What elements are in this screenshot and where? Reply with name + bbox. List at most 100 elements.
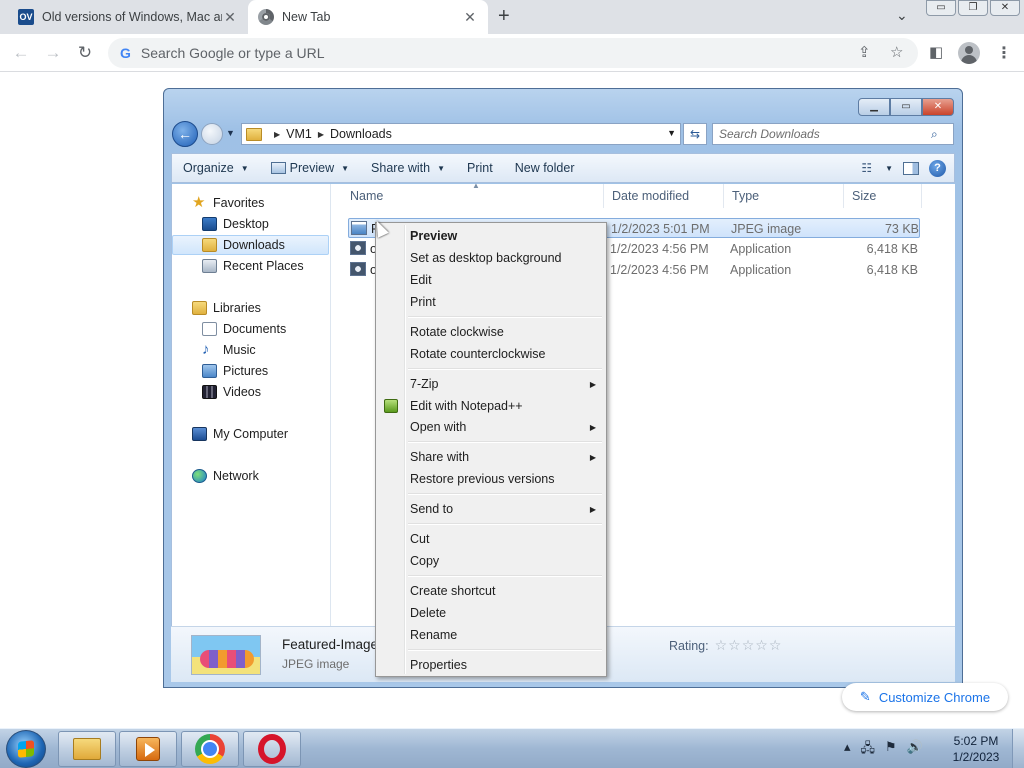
menu-item-create-shortcut[interactable]: Create shortcut	[378, 580, 604, 602]
share-with-button[interactable]: Share with ▼	[360, 161, 456, 175]
show-desktop-button[interactable]	[1012, 729, 1024, 768]
minimize-button[interactable]: ▭	[926, 0, 956, 16]
preview-button[interactable]: Preview ▼	[260, 161, 360, 175]
preview-pane-icon[interactable]	[903, 161, 919, 175]
tab-old-versions[interactable]: OV Old versions of Windows, Mac ar ✕	[8, 0, 248, 34]
menu-kebab-icon[interactable]: ⋮	[996, 43, 1012, 63]
side-panel-icon[interactable]: ◧	[929, 43, 943, 61]
menu-label: Rotate clockwise	[410, 325, 504, 339]
column-header-name[interactable]: Name ▲	[342, 181, 604, 208]
nav-item-documents[interactable]: Documents	[172, 319, 329, 339]
file-type: Application	[730, 263, 792, 277]
menu-item-rotate-clockwise[interactable]: Rotate clockwise	[378, 321, 604, 343]
nav-item-music[interactable]: ♪ Music	[172, 340, 329, 360]
browser-toolbar: ← → ↻ G ⇪ ☆ ◧ ⋮	[0, 34, 1024, 72]
menu-item-properties[interactable]: Properties	[378, 654, 604, 676]
menu-item-edit[interactable]: Edit	[378, 269, 604, 291]
reload-icon[interactable]: ↻	[74, 42, 96, 64]
network-tray-icon[interactable]: 🖧	[861, 739, 876, 761]
column-header-size[interactable]: Size	[844, 184, 922, 208]
taskbar-explorer-button[interactable]	[58, 731, 116, 767]
nav-item-favorites[interactable]: ★ Favorites	[172, 193, 329, 213]
customize-chrome-button[interactable]: ✎ Customize Chrome	[842, 683, 1008, 711]
nav-label: Downloads	[223, 238, 285, 252]
rating-stars-icon[interactable]: ☆☆☆☆☆	[715, 637, 783, 654]
nav-item-my-computer[interactable]: My Computer	[172, 424, 329, 444]
menu-item-open-with[interactable]: Open with ▶	[378, 416, 604, 438]
menu-label: Create shortcut	[410, 584, 496, 598]
menu-item-rename[interactable]: Rename	[378, 624, 604, 646]
back-arrow-icon[interactable]: ←	[10, 42, 32, 64]
taskbar-opera-button[interactable]	[243, 731, 301, 767]
share-icon[interactable]: ⇪	[858, 43, 871, 61]
chevron-down-icon[interactable]: ▼	[885, 164, 893, 173]
forward-arrow-icon[interactable]: →	[42, 42, 64, 64]
close-icon[interactable]: ✕	[222, 9, 238, 26]
menu-item-7zip[interactable]: 7-Zip ▶	[378, 373, 604, 395]
menu-item-print[interactable]: Print	[378, 291, 604, 313]
explorer-back-icon[interactable]: ←	[172, 121, 198, 147]
explorer-forward-icon[interactable]	[201, 123, 223, 145]
breadcrumb-arrow-icon[interactable]: ▶	[274, 130, 280, 139]
profile-avatar-icon[interactable]	[958, 42, 980, 64]
column-header-type[interactable]: Type	[724, 184, 844, 208]
nav-item-network[interactable]: Network	[172, 466, 329, 486]
new-tab-button[interactable]: +	[498, 5, 510, 28]
start-button[interactable]	[6, 730, 46, 768]
address-bar[interactable]: ▶ VM1 ▶ Downloads ▼	[241, 123, 681, 145]
nav-item-videos[interactable]: Videos	[172, 382, 329, 402]
menu-item-share-with[interactable]: Share with ▶	[378, 446, 604, 468]
tray-expand-icon[interactable]: ▴	[844, 739, 851, 761]
omnibox-input[interactable]	[140, 45, 741, 61]
nav-label: Music	[223, 343, 256, 357]
bookmark-star-icon[interactable]: ☆	[890, 43, 903, 61]
explorer-minimize-button[interactable]: ▁	[858, 98, 890, 116]
menu-item-preview[interactable]: Preview	[378, 225, 604, 247]
print-button[interactable]: Print	[456, 161, 504, 175]
omnibox[interactable]: G	[108, 38, 918, 68]
address-dropdown-icon[interactable]: ▼	[667, 128, 676, 138]
explorer-search-box[interactable]: ⌕	[712, 123, 954, 145]
menu-separator	[408, 575, 602, 577]
menu-item-restore-previous-versions[interactable]: Restore previous versions	[378, 468, 604, 490]
explorer-maximize-button[interactable]: ▭	[890, 98, 922, 116]
explorer-search-input[interactable]	[719, 127, 931, 141]
details-file-name: Featured-Image	[282, 637, 376, 652]
volume-icon[interactable]: 🔊	[907, 739, 923, 761]
menu-item-cut[interactable]: Cut	[378, 528, 604, 550]
taskbar-chrome-button[interactable]	[181, 731, 239, 767]
file-type: Application	[730, 242, 792, 256]
menu-item-edit-notepadpp[interactable]: Edit with Notepad++	[378, 395, 604, 417]
menu-item-set-desktop-background[interactable]: Set as desktop background	[378, 247, 604, 269]
action-center-icon[interactable]: ⚑	[885, 739, 897, 761]
view-options-icon[interactable]: ☷	[861, 161, 872, 175]
nav-item-recent-places[interactable]: Recent Places	[172, 256, 329, 276]
tab-search-icon[interactable]: ⌄	[896, 7, 908, 24]
menu-item-delete[interactable]: Delete	[378, 602, 604, 624]
nav-item-desktop[interactable]: Desktop	[172, 214, 329, 234]
taskbar-media-player-button[interactable]	[119, 731, 177, 767]
nav-item-downloads[interactable]: Downloads	[172, 235, 329, 255]
menu-item-copy[interactable]: Copy	[378, 550, 604, 572]
refresh-icon[interactable]: ⇆	[683, 123, 707, 145]
breadcrumb-downloads[interactable]: Downloads	[330, 127, 392, 141]
new-folder-button[interactable]: New folder	[504, 161, 586, 175]
column-header-date[interactable]: Date modified	[604, 184, 724, 208]
help-icon[interactable]: ?	[929, 159, 946, 177]
menu-item-send-to[interactable]: Send to ▶	[378, 498, 604, 520]
nav-item-libraries[interactable]: Libraries	[172, 298, 329, 318]
search-icon[interactable]: ⌕	[931, 127, 938, 142]
breadcrumb-arrow-icon[interactable]: ▶	[318, 130, 324, 139]
restore-button[interactable]: ❐	[958, 0, 988, 16]
nav-item-pictures[interactable]: Pictures	[172, 361, 329, 381]
history-dropdown-icon[interactable]: ▼	[226, 128, 235, 138]
tab-new-tab[interactable]: New Tab ✕	[248, 0, 488, 34]
explorer-close-button[interactable]: ✕	[922, 98, 954, 116]
menu-label: Cut	[410, 532, 430, 546]
organize-button[interactable]: Organize ▼	[172, 161, 260, 175]
close-window-button[interactable]: ✕	[990, 0, 1020, 16]
close-icon[interactable]: ✕	[462, 9, 478, 26]
clock[interactable]: 5:02 PM 1/2/2023	[944, 733, 1008, 765]
breadcrumb-vm1[interactable]: VM1	[286, 127, 312, 141]
menu-item-rotate-counterclockwise[interactable]: Rotate counterclockwise	[378, 343, 604, 365]
